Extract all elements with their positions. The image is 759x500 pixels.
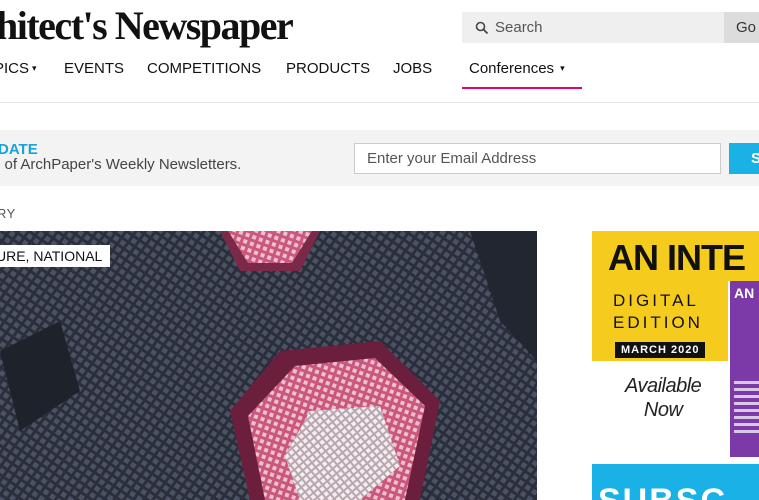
feature-image-art bbox=[0, 231, 537, 500]
nav-item-jobs[interactable]: JOBS bbox=[393, 60, 432, 77]
nav-item-label: EVENTS bbox=[64, 60, 125, 77]
search-icon bbox=[475, 21, 489, 35]
newsletter-subtitle: e of ArchPaper's Weekly Newsletters. bbox=[0, 156, 242, 173]
search-input[interactable] bbox=[495, 19, 715, 36]
ad-title: AN INTE bbox=[608, 237, 746, 278]
main-nav: PICS▾ EVENTS COMPETITIONS PRODUCTS JOBS bbox=[0, 60, 759, 82]
nav-item-label: JOBS bbox=[393, 60, 433, 77]
nav-item-label: COMPETITIONS bbox=[147, 60, 262, 77]
subscribe-banner[interactable]: SUBSC bbox=[592, 464, 759, 500]
ad-now-line: Now bbox=[643, 399, 683, 421]
newsletter-submit-button[interactable]: S bbox=[729, 143, 759, 174]
nav-item-label: Conferences bbox=[469, 60, 555, 77]
ad-line-digital: DIGITAL bbox=[613, 291, 699, 310]
site-logo[interactable]: hitect's Newspaper bbox=[0, 2, 294, 49]
category-badge[interactable]: URE, NATIONAL bbox=[0, 245, 111, 267]
search-go-button[interactable]: Go bbox=[724, 12, 759, 43]
magazine-cover-image: AN I bbox=[728, 281, 759, 457]
nav-item-topics[interactable]: PICS▾ bbox=[0, 60, 37, 77]
newsletter-signup: DATE e of ArchPaper's Weekly Newsletters… bbox=[0, 130, 759, 186]
chevron-down-icon: ▾ bbox=[32, 63, 37, 73]
digital-edition-ad[interactable]: AN INTE DIGITAL EDITION MARCH 2020 Avail… bbox=[592, 231, 759, 457]
nav-item-events[interactable]: EVENTS bbox=[64, 60, 124, 77]
section-label: RY bbox=[0, 206, 16, 221]
ad-available-line: Available bbox=[625, 375, 702, 397]
nav-item-products[interactable]: PRODUCTS bbox=[286, 60, 370, 77]
ad-line-edition: EDITION bbox=[613, 313, 703, 332]
magazine-cover-text bbox=[734, 381, 759, 437]
search-bar bbox=[462, 12, 724, 43]
magazine-cover-title: AN I bbox=[734, 285, 759, 301]
email-field[interactable] bbox=[354, 143, 721, 174]
ad-availability: Available Now bbox=[625, 374, 702, 422]
ad-date-badge: MARCH 2020 bbox=[615, 342, 706, 358]
chevron-down-icon: ▾ bbox=[560, 63, 565, 73]
nav-item-label: PICS bbox=[0, 60, 30, 77]
subscribe-label: SUBSC bbox=[598, 482, 727, 500]
nav-item-competitions[interactable]: COMPETITIONS bbox=[147, 60, 261, 77]
nav-item-label: PRODUCTS bbox=[286, 60, 371, 77]
featured-article-image[interactable] bbox=[0, 231, 537, 500]
nav-item-conferences[interactable]: Conferences ▾ bbox=[462, 60, 582, 89]
header-divider bbox=[0, 102, 759, 103]
